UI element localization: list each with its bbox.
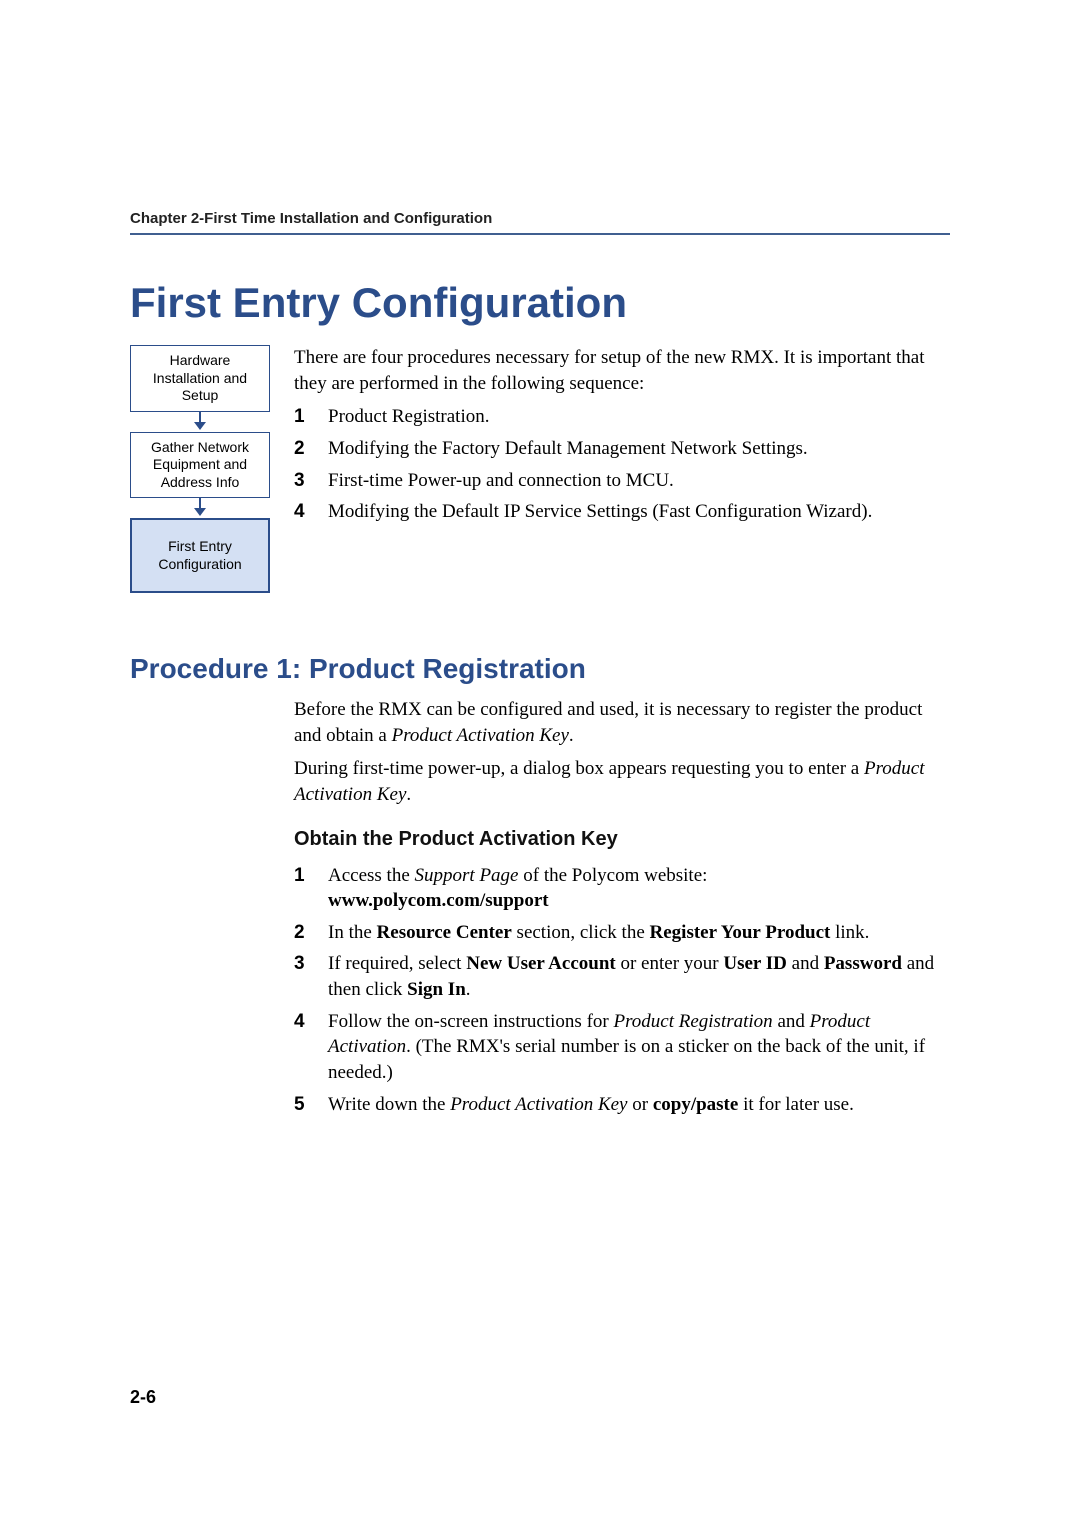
proc1-para-2: During first-time power-up, a dialog box… <box>294 756 950 807</box>
obtain-key-heading: Obtain the Product Activation Key <box>294 826 950 853</box>
list-item: 4Modifying the Default IP Service Settin… <box>294 499 950 525</box>
flow-diagram: Hardware Installation and Setup Gather N… <box>130 345 270 593</box>
intro-paragraph: There are four procedures necessary for … <box>294 345 950 396</box>
arrow-down-icon <box>130 498 270 518</box>
list-item: 1 Access the Support Page of the Polycom… <box>294 863 950 914</box>
list-item: 5 Write down the Product Activation Key … <box>294 1092 950 1118</box>
list-item: 1Product Registration. <box>294 404 950 430</box>
list-item: 3First-time Power-up and connection to M… <box>294 468 950 494</box>
arrow-down-icon <box>130 412 270 432</box>
list-item: 2Modifying the Factory Default Managemen… <box>294 436 950 462</box>
proc1-para-1: Before the RMX can be configured and use… <box>294 697 950 748</box>
section-title: First Entry Configuration <box>130 279 950 327</box>
obtain-step-list: 1 Access the Support Page of the Polycom… <box>294 863 950 1118</box>
list-item: 3 If required, select New User Account o… <box>294 951 950 1002</box>
intro-text-block: There are four procedures necessary for … <box>294 345 950 531</box>
intro-step-list: 1Product Registration. 2Modifying the Fa… <box>294 404 950 525</box>
flow-box-first-entry: First Entry Configuration <box>130 518 270 593</box>
list-item: 2 In the Resource Center section, click … <box>294 920 950 946</box>
procedure-1-title: Procedure 1: Product Registration <box>130 653 950 685</box>
support-url: www.polycom.com/support <box>328 890 549 911</box>
flow-box-gather: Gather Network Equipment and Address Inf… <box>130 432 270 499</box>
list-item: 4 Follow the on-screen instructions for … <box>294 1009 950 1086</box>
page-number: 2-6 <box>130 1387 156 1408</box>
procedure-1-body: Before the RMX can be configured and use… <box>294 697 950 1117</box>
running-header: Chapter 2-First Time Installation and Co… <box>130 210 950 235</box>
flow-box-hardware: Hardware Installation and Setup <box>130 345 270 412</box>
